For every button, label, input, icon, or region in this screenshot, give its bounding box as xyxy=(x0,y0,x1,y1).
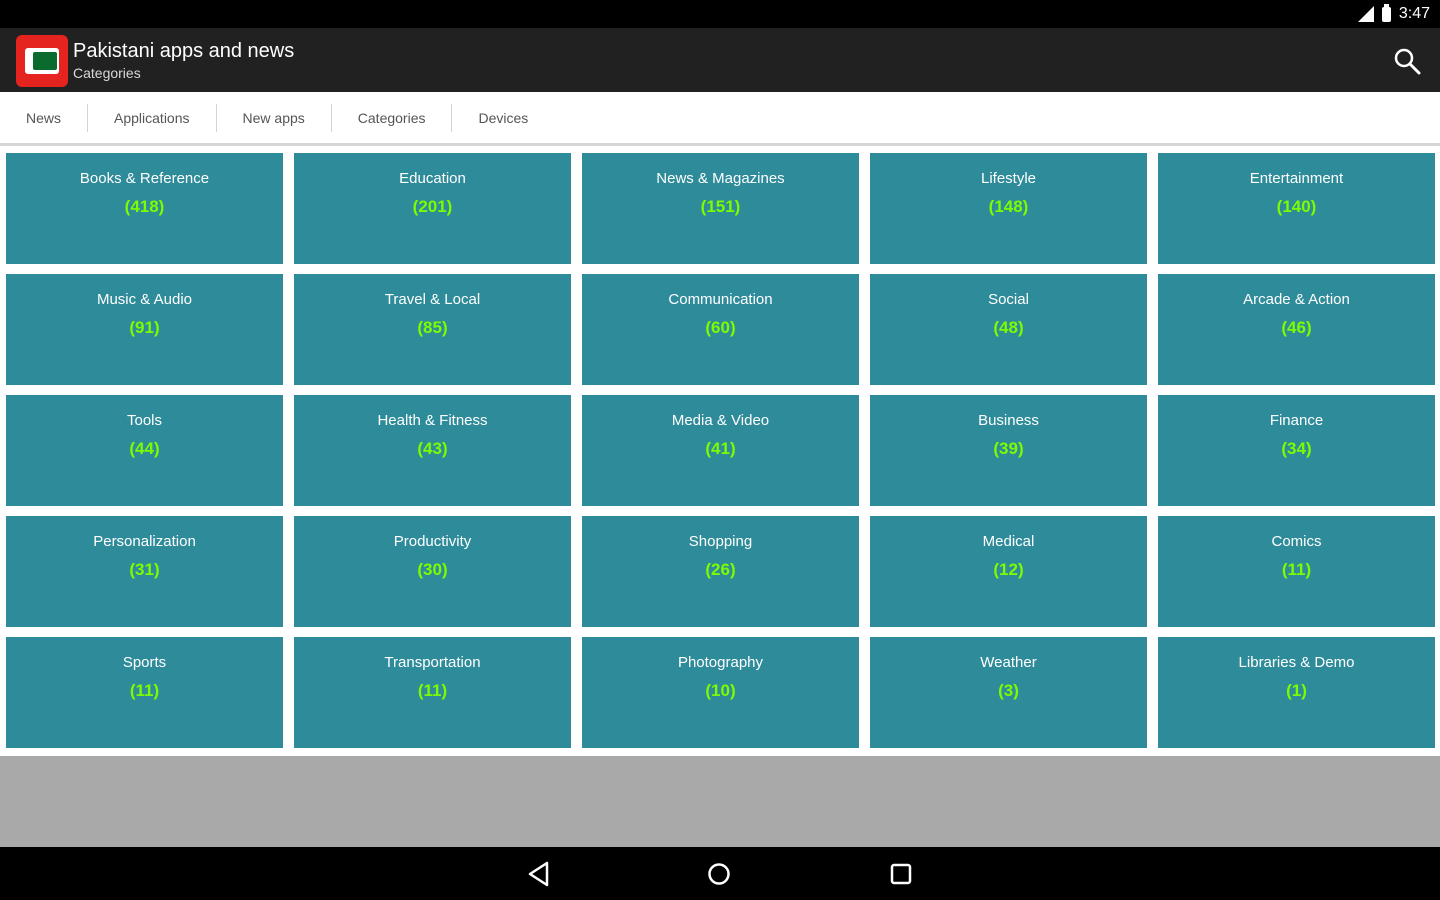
category-count: (46) xyxy=(1281,318,1312,337)
app-subtitle: Categories xyxy=(73,65,141,81)
tab-news[interactable]: News xyxy=(0,103,89,132)
category-count: (60) xyxy=(705,318,736,337)
category-count: (41) xyxy=(705,439,736,458)
category-tile[interactable]: Health & Fitness (43) xyxy=(294,395,571,506)
tab-bar: News Applications New apps Categories De… xyxy=(0,92,1440,146)
category-count: (1) xyxy=(1286,681,1307,700)
category-grid-container: Books & Reference (418) Education (201) Ne… xyxy=(0,148,1440,756)
category-tile[interactable]: Finance (34) xyxy=(1158,395,1435,506)
search-icon[interactable] xyxy=(1392,46,1422,76)
category-tile[interactable]: Weather (3) xyxy=(870,637,1147,748)
category-count: (91) xyxy=(129,318,160,337)
signal-icon xyxy=(1357,6,1374,22)
category-name: Sports xyxy=(122,654,167,671)
category-count: (418) xyxy=(124,197,165,216)
navigation-bar xyxy=(0,847,1440,900)
category-name: Shopping xyxy=(688,533,753,550)
category-count: (34) xyxy=(1281,439,1312,458)
category-tile[interactable]: Travel & Local (85) xyxy=(294,274,571,385)
category-name: Tools xyxy=(126,412,163,429)
category-grid: Books & Reference (418) Education (201) Ne… xyxy=(6,153,1435,748)
category-count: (26) xyxy=(705,560,736,579)
category-name: Media & Video xyxy=(671,412,770,429)
category-tile[interactable]: Books & Reference (418) xyxy=(6,153,283,264)
category-tile[interactable]: News & Magazines (151) xyxy=(582,153,859,264)
category-tile[interactable]: Libraries & Demo (1) xyxy=(1158,637,1435,748)
app-logo-icon[interactable] xyxy=(16,35,68,87)
category-name: Entertainment xyxy=(1249,170,1344,187)
app-bar: Pakistani apps and news Categories xyxy=(0,28,1440,92)
category-name: Business xyxy=(978,412,1039,429)
battery-icon xyxy=(1381,3,1391,22)
category-count: (140) xyxy=(1276,197,1317,216)
category-count: (12) xyxy=(993,560,1024,579)
category-count: (148) xyxy=(988,197,1029,216)
category-count: (85) xyxy=(417,318,448,337)
category-name: Books & Reference xyxy=(79,170,210,187)
tab-categories[interactable]: Categories xyxy=(332,103,453,132)
category-count: (3) xyxy=(998,681,1019,700)
category-name: Productivity xyxy=(393,533,472,550)
category-tile[interactable]: Education (201) xyxy=(294,153,571,264)
recent-apps-icon[interactable] xyxy=(887,860,915,888)
category-count: (11) xyxy=(417,681,448,700)
tab-new-apps[interactable]: New apps xyxy=(217,103,332,132)
home-icon[interactable] xyxy=(705,860,733,888)
category-tile[interactable]: Productivity (30) xyxy=(294,516,571,627)
category-tile[interactable]: Sports (11) xyxy=(6,637,283,748)
category-count: (11) xyxy=(129,681,160,700)
category-name: Social xyxy=(988,291,1029,308)
category-tile[interactable]: Medical (12) xyxy=(870,516,1147,627)
app-title: Pakistani apps and news xyxy=(73,40,295,62)
category-tile[interactable]: Music & Audio (91) xyxy=(6,274,283,385)
category-tile[interactable]: Comics (11) xyxy=(1158,516,1435,627)
category-name: Photography xyxy=(677,654,764,671)
category-name: Arcade & Action xyxy=(1243,291,1350,308)
category-count: (48) xyxy=(993,318,1024,337)
back-icon[interactable] xyxy=(525,860,553,888)
category-tile[interactable]: Personalization (31) xyxy=(6,516,283,627)
category-tile[interactable]: Tools (44) xyxy=(6,395,283,506)
category-name: Transportation xyxy=(384,654,481,671)
category-tile[interactable]: Shopping (26) xyxy=(582,516,859,627)
category-tile[interactable]: Photography (10) xyxy=(582,637,859,748)
category-count: (44) xyxy=(129,439,160,458)
category-name: Music & Audio xyxy=(96,291,193,308)
empty-area xyxy=(0,756,1440,847)
tab-devices[interactable]: Devices xyxy=(452,104,554,132)
category-count: (10) xyxy=(705,681,736,700)
category-name: Weather xyxy=(980,654,1037,671)
tab-applications[interactable]: Applications xyxy=(88,103,217,132)
category-name: Personalization xyxy=(93,533,196,550)
category-count: (31) xyxy=(129,560,160,579)
category-count: (151) xyxy=(700,197,741,216)
status-time: 3:47 xyxy=(1398,5,1430,22)
category-count: (11) xyxy=(1281,560,1312,579)
category-name: Medical xyxy=(982,533,1035,550)
category-tile[interactable]: Entertainment (140) xyxy=(1158,153,1435,264)
category-count: (30) xyxy=(417,560,448,579)
category-tile[interactable]: Lifestyle (148) xyxy=(870,153,1147,264)
category-tile[interactable]: Communication (60) xyxy=(582,274,859,385)
category-name: Finance xyxy=(1269,412,1324,429)
category-count: (43) xyxy=(417,439,448,458)
category-name: Comics xyxy=(1271,533,1322,550)
status-bar: 3:47 xyxy=(0,0,1440,28)
category-name: Lifestyle xyxy=(980,170,1037,187)
category-name: Travel & Local xyxy=(384,291,481,308)
category-name: Libraries & Demo xyxy=(1238,654,1355,671)
category-tile[interactable]: Media & Video (41) xyxy=(582,395,859,506)
category-count: (201) xyxy=(412,197,453,216)
category-name: Communication xyxy=(668,291,773,308)
category-tile[interactable]: Social (48) xyxy=(870,274,1147,385)
category-name: Health & Fitness xyxy=(377,412,488,429)
category-tile[interactable]: Business (39) xyxy=(870,395,1147,506)
category-tile[interactable]: Transportation (11) xyxy=(294,637,571,748)
category-name: Education xyxy=(399,170,466,187)
category-name: News & Magazines xyxy=(656,170,785,187)
category-count: (39) xyxy=(993,439,1024,458)
category-tile[interactable]: Arcade & Action (46) xyxy=(1158,274,1435,385)
